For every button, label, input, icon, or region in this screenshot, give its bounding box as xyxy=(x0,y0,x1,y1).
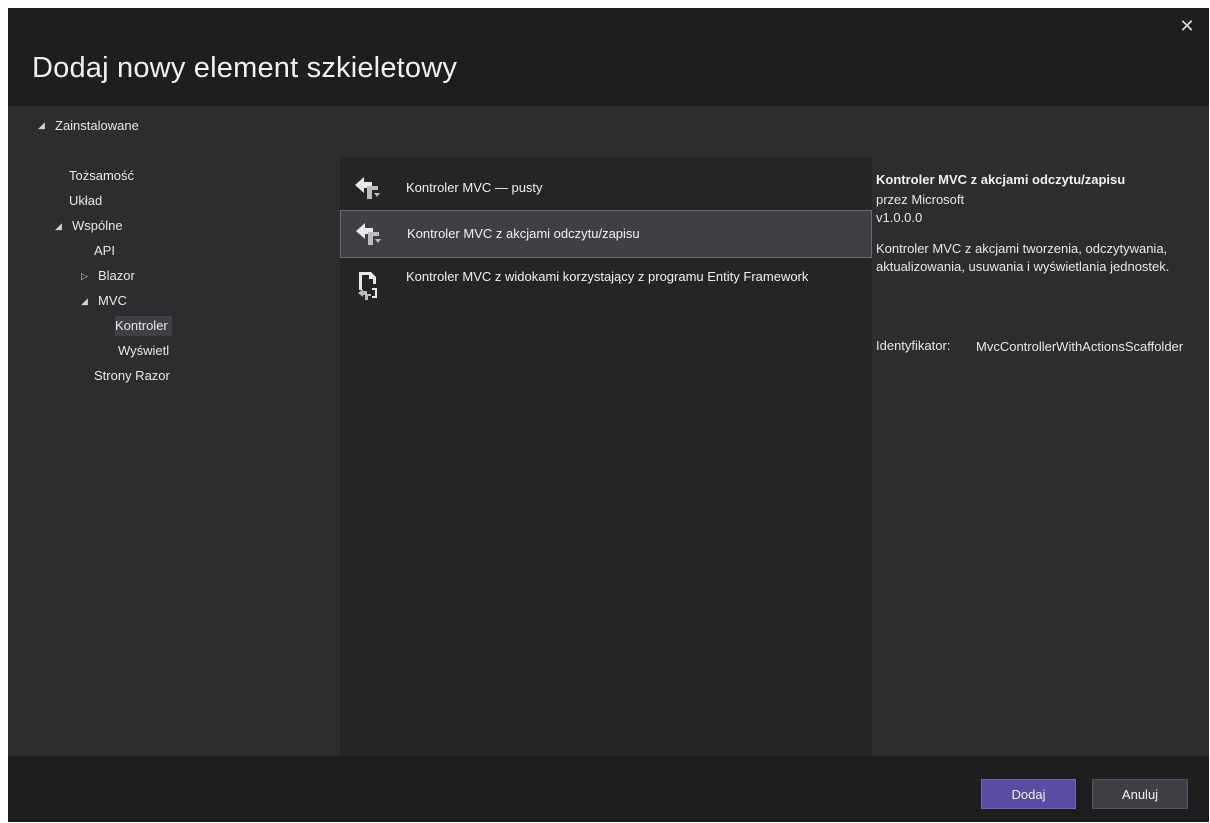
tree-root-installed[interactable]: ◢ Zainstalowane xyxy=(38,118,139,133)
template-item-mvc-empty[interactable]: Kontroler MVC — pusty xyxy=(340,166,872,210)
tree-item-view[interactable]: Wyświetl xyxy=(118,341,169,361)
tree-item-label: Układ xyxy=(69,193,103,208)
mvc-controller-icon xyxy=(350,171,384,205)
template-label: Kontroler MVC — pusty xyxy=(406,180,543,195)
close-icon[interactable]: ✕ xyxy=(1177,16,1197,36)
tree-item-identity[interactable]: Tożsamość xyxy=(69,166,134,186)
expanded-triangle-icon[interactable]: ◢ xyxy=(81,291,91,311)
details-title: Kontroler MVC z akcjami odczytu/zapisu xyxy=(876,172,1126,187)
dialog-footer: Dodaj Anuluj xyxy=(8,756,1209,822)
cancel-button[interactable]: Anuluj xyxy=(1092,779,1188,809)
tree-item-razor-pages[interactable]: Strony Razor xyxy=(94,366,170,386)
tree-item-label: Wspólne xyxy=(72,218,123,233)
template-label: Kontroler MVC z widokami korzystający z … xyxy=(406,269,809,284)
template-label: Kontroler MVC z akcjami odczytu/zapisu xyxy=(407,226,640,241)
tree-item-layout[interactable]: Układ xyxy=(69,191,102,211)
details-id-value: MvcControllerWithActionsScaffolder xyxy=(976,339,1184,354)
tree-item-label: MVC xyxy=(98,293,127,308)
expanded-triangle-icon[interactable]: ◢ xyxy=(55,216,65,236)
details-id-label: Identyfikator: xyxy=(876,338,951,353)
tree-item-controller[interactable]: Kontroler xyxy=(115,316,172,336)
tree-item-label: API xyxy=(94,243,115,258)
expanded-triangle-icon[interactable]: ◢ xyxy=(38,120,48,131)
tree-item-label: Kontroler xyxy=(115,318,168,333)
template-list: Kontroler MVC — pusty Kontroler MVC z ak… xyxy=(340,158,872,766)
template-item-mvc-read-write[interactable]: Kontroler MVC z akcjami odczytu/zapisu xyxy=(340,210,872,258)
dialog-body: ◢ Zainstalowane Tożsamość Układ ◢ Wspóln… xyxy=(8,106,1209,766)
tree-item-mvc[interactable]: ◢ MVC xyxy=(81,291,127,311)
dialog-header: Dodaj nowy element szkieletowy ✕ xyxy=(8,8,1209,106)
tree-root-label: Zainstalowane xyxy=(55,118,139,133)
details-author: przez Microsoft xyxy=(876,192,965,207)
tree-item-label: Blazor xyxy=(98,268,135,283)
collapsed-triangle-icon[interactable]: ▷ xyxy=(81,266,91,286)
template-item-mvc-entity-framework[interactable]: Kontroler MVC z widokami korzystający z … xyxy=(340,262,872,318)
tree-item-label: Wyświetl xyxy=(118,343,170,358)
entity-framework-controller-icon xyxy=(350,268,384,302)
mvc-controller-icon xyxy=(351,217,385,251)
tree-item-common[interactable]: ◢ Wspólne xyxy=(55,216,123,236)
tree-item-label: Tożsamość xyxy=(69,168,135,183)
tree-item-blazor[interactable]: ▷ Blazor xyxy=(81,266,135,286)
tree-item-api[interactable]: API xyxy=(94,241,115,261)
tree-item-label: Strony Razor xyxy=(94,368,170,383)
dialog-title: Dodaj nowy element szkieletowy xyxy=(32,52,458,84)
add-button[interactable]: Dodaj xyxy=(981,779,1076,809)
details-version: v1.0.0.0 xyxy=(876,210,923,225)
details-panel: Kontroler MVC z akcjami odczytu/zapisu p… xyxy=(872,158,1209,766)
details-description: Kontroler MVC z akcjami tworzenia, odczy… xyxy=(876,241,1170,274)
scaffold-dialog: Dodaj nowy element szkieletowy ✕ ◢ Zains… xyxy=(8,8,1209,822)
